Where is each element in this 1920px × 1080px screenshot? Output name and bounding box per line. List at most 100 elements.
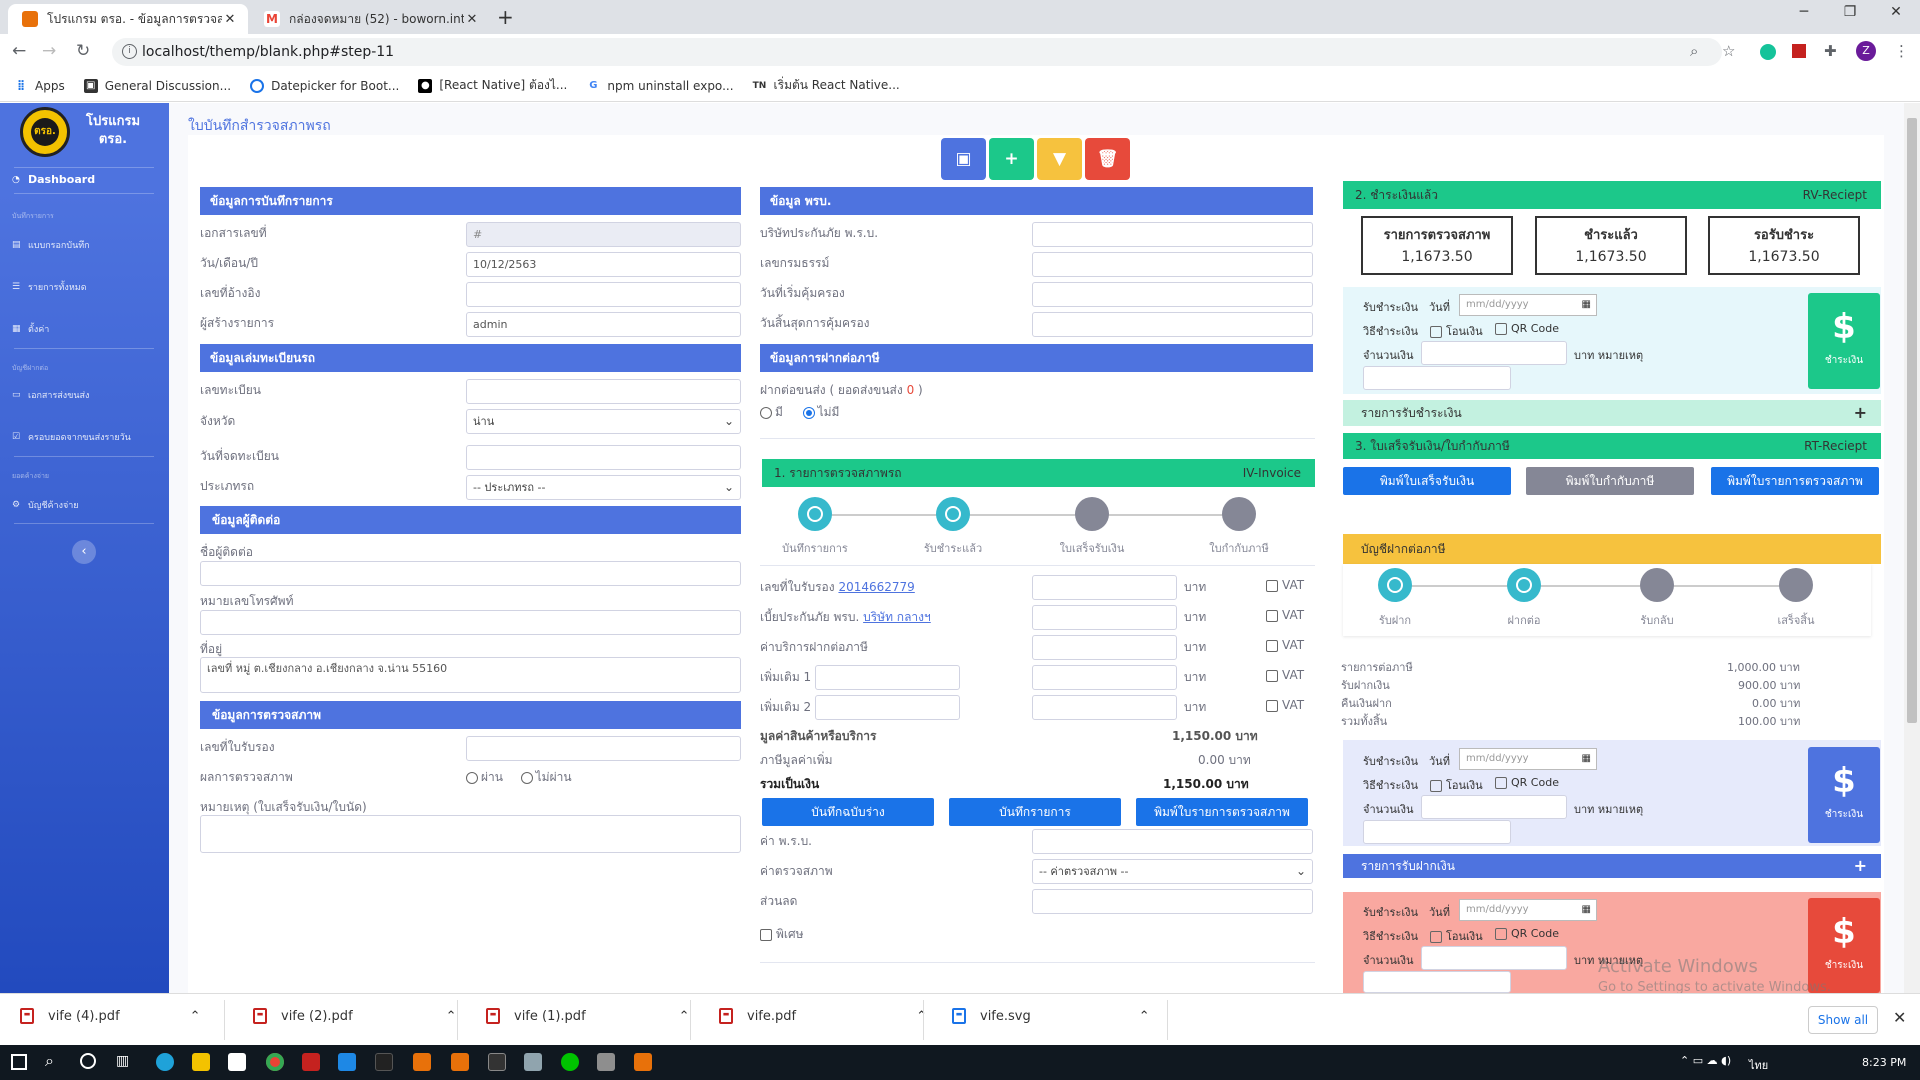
close-tab-icon[interactable]: ✕ (464, 12, 480, 27)
sidebar-item-dashboard[interactable]: ◔ Dashboard (12, 173, 95, 186)
chevron-up-icon[interactable]: ⌃ (679, 1009, 690, 1024)
sidebar-toggle-button[interactable]: ‹ (72, 540, 96, 564)
app-icon[interactable] (597, 1053, 615, 1071)
chevron-up-icon[interactable]: ⌃ (446, 1009, 457, 1024)
qr-checkbox[interactable] (1495, 323, 1507, 335)
extra1-amount-field[interactable] (1032, 665, 1177, 690)
sidebar-item-outstanding[interactable]: ⚙ บัญชีค้างจ่าย (12, 498, 79, 512)
qr-checkbox[interactable] (1495, 928, 1507, 940)
tax-no-radio[interactable] (802, 406, 815, 419)
deposit-pay-button[interactable]: $ ชำระเงิน (1808, 747, 1880, 843)
phone-field[interactable] (200, 610, 741, 635)
browser-tab-active[interactable]: โปรแกรม ตรอ. - ข้อมูลการตรวจสภาพ ✕ (8, 4, 248, 34)
pob-field[interactable] (1032, 829, 1313, 854)
cover-start-field[interactable] (1032, 282, 1313, 307)
calendar-icon[interactable]: ▦ (1582, 749, 1591, 769)
sidebar-item-transport-docs[interactable]: ▭ เอกสารส่งขนส่ง (12, 388, 89, 402)
terminal-icon[interactable] (488, 1053, 506, 1071)
print-tax-invoice-button[interactable]: พิมพ์ใบกำกับภาษี (1526, 467, 1694, 495)
delete-button[interactable]: 🗑 (1085, 138, 1130, 180)
date-field[interactable]: 10/12/2563 (466, 252, 741, 277)
cortana-icon[interactable] (80, 1053, 96, 1069)
restore-button[interactable]: ❐ (1830, 4, 1870, 20)
profile-avatar[interactable]: Z (1856, 41, 1876, 61)
special-checkbox[interactable] (760, 928, 772, 941)
logo[interactable]: ตรอ. (20, 107, 70, 157)
grammarly-icon[interactable] (1760, 44, 1776, 60)
extra2-desc-field[interactable] (815, 695, 960, 720)
app-icon[interactable] (451, 1053, 469, 1071)
download-item[interactable]: ▬ vife.svg ⌃ (952, 1008, 1150, 1024)
menu-kebab-icon[interactable]: ⋮ (1894, 42, 1909, 60)
calendar-icon[interactable]: ▦ (1582, 295, 1591, 315)
vat-checkbox[interactable] (1266, 669, 1278, 682)
pay-button[interactable]: $ ชำระเงิน (1808, 293, 1880, 389)
transfer-checkbox[interactable] (1430, 326, 1442, 338)
print-inspection-list-button[interactable]: พิมพ์ใบรายการตรวจสภาพ (1711, 467, 1879, 495)
discount-field[interactable] (1032, 889, 1313, 914)
expand-plus-icon[interactable]: + (1854, 854, 1867, 878)
chevron-up-icon[interactable]: ⌃ (190, 1009, 201, 1024)
line-icon[interactable] (561, 1053, 579, 1071)
zoom-icon[interactable]: ⌕ (1690, 42, 1698, 60)
payment-date-input[interactable]: mm/dd/yyyy ▦ (1459, 294, 1597, 316)
show-all-downloads-button[interactable]: Show all (1808, 1006, 1878, 1034)
download-item[interactable]: ▬ vife (4).pdf ⌃ (20, 1008, 201, 1024)
chevron-up-icon[interactable]: ⌃ (916, 1009, 927, 1024)
close-tab-icon[interactable]: ✕ (222, 12, 238, 27)
ins-company-field[interactable] (1032, 222, 1313, 247)
sidebar-item-all-records[interactable]: ☰ รายการทั้งหมด (12, 280, 87, 294)
address-bar[interactable]: i localhost/themp/blank.php#step-11 (112, 38, 1722, 66)
site-info-icon[interactable]: i (122, 44, 137, 59)
reg-date-field[interactable] (466, 445, 741, 470)
insurer-link[interactable]: บริษัท กลางฯ (863, 610, 931, 624)
back-icon[interactable]: ← (12, 41, 26, 61)
save-draft-button[interactable]: บันทึกฉบับร่าง (762, 798, 934, 826)
clock[interactable]: 8:23 PM (1862, 1056, 1906, 1069)
vat-checkbox[interactable] (1266, 579, 1278, 592)
cert-amount-field[interactable] (1032, 575, 1177, 600)
filezilla-icon[interactable] (302, 1053, 320, 1071)
save-record-button[interactable]: บันทึกรายการ (949, 798, 1121, 826)
amount-field[interactable] (1421, 946, 1567, 970)
province-select[interactable]: น่าน ⌄ (466, 409, 741, 434)
download-item[interactable]: ▬ vife.pdf ⌃ (719, 1008, 927, 1024)
sidebar-item-form[interactable]: ▤ แบบกรอกบันทึก (12, 238, 90, 252)
plate-field[interactable] (466, 379, 741, 404)
bookmark-datepicker[interactable]: Datepicker for Boot... (250, 78, 399, 93)
extension-red-icon[interactable] (1792, 44, 1806, 58)
bookmark-npm-uninstall[interactable]: Gnpm uninstall expo... (586, 79, 733, 93)
tax-service-amount-field[interactable] (1032, 635, 1177, 660)
sidebar-item-settings[interactable]: ▦ ตั้งค่า (12, 322, 49, 336)
address-textarea[interactable]: เลขที่ หมู่ ต.เชียงกลาง อ.เชียงกลาง จ.น่… (200, 657, 741, 693)
extra2-amount-field[interactable] (1032, 695, 1177, 720)
bookmark-button[interactable]: ▼ (1037, 138, 1082, 180)
close-window-button[interactable]: ✕ (1876, 4, 1916, 20)
add-button[interactable]: + (989, 138, 1034, 180)
tax-yes-radio[interactable] (760, 406, 772, 419)
fee-select[interactable]: -- ค่าตรวจสภาพ -- ⌄ (1032, 859, 1313, 884)
note-field[interactable] (1363, 366, 1511, 390)
vehicle-type-select[interactable]: -- ประเภทรถ -- ⌄ (466, 475, 741, 500)
close-downloads-icon[interactable]: ✕ (1893, 1008, 1906, 1027)
cert-field[interactable] (466, 736, 741, 761)
sublime-icon[interactable] (413, 1053, 431, 1071)
language-indicator[interactable]: ไทย (1749, 1056, 1768, 1074)
settings-icon[interactable] (634, 1053, 652, 1071)
app-icon[interactable] (375, 1053, 393, 1071)
extra1-desc-field[interactable] (815, 665, 960, 690)
chevron-up-icon[interactable]: ⌃ (1139, 1009, 1150, 1024)
new-tab-button[interactable]: + (497, 5, 514, 29)
sidebar-item-daily-transport[interactable]: ☑ ครอบยอดจากขนส่งรายวัน (12, 430, 131, 444)
bookmark-general-discussion[interactable]: ▣ General Discussion... (83, 78, 231, 93)
cover-end-field[interactable] (1032, 312, 1313, 337)
expand-plus-icon[interactable]: + (1854, 400, 1867, 426)
qr-checkbox[interactable] (1495, 777, 1507, 789)
contact-name-field[interactable] (200, 561, 741, 586)
search-icon[interactable]: ⌕ (45, 1051, 54, 1071)
forward-icon[interactable]: → (42, 41, 56, 61)
brand-name[interactable]: โปรแกรม ตรอ. (86, 113, 140, 149)
vat-checkbox[interactable] (1266, 639, 1278, 652)
notepad-icon[interactable] (524, 1053, 542, 1071)
windows-start-icon[interactable] (11, 1054, 27, 1070)
